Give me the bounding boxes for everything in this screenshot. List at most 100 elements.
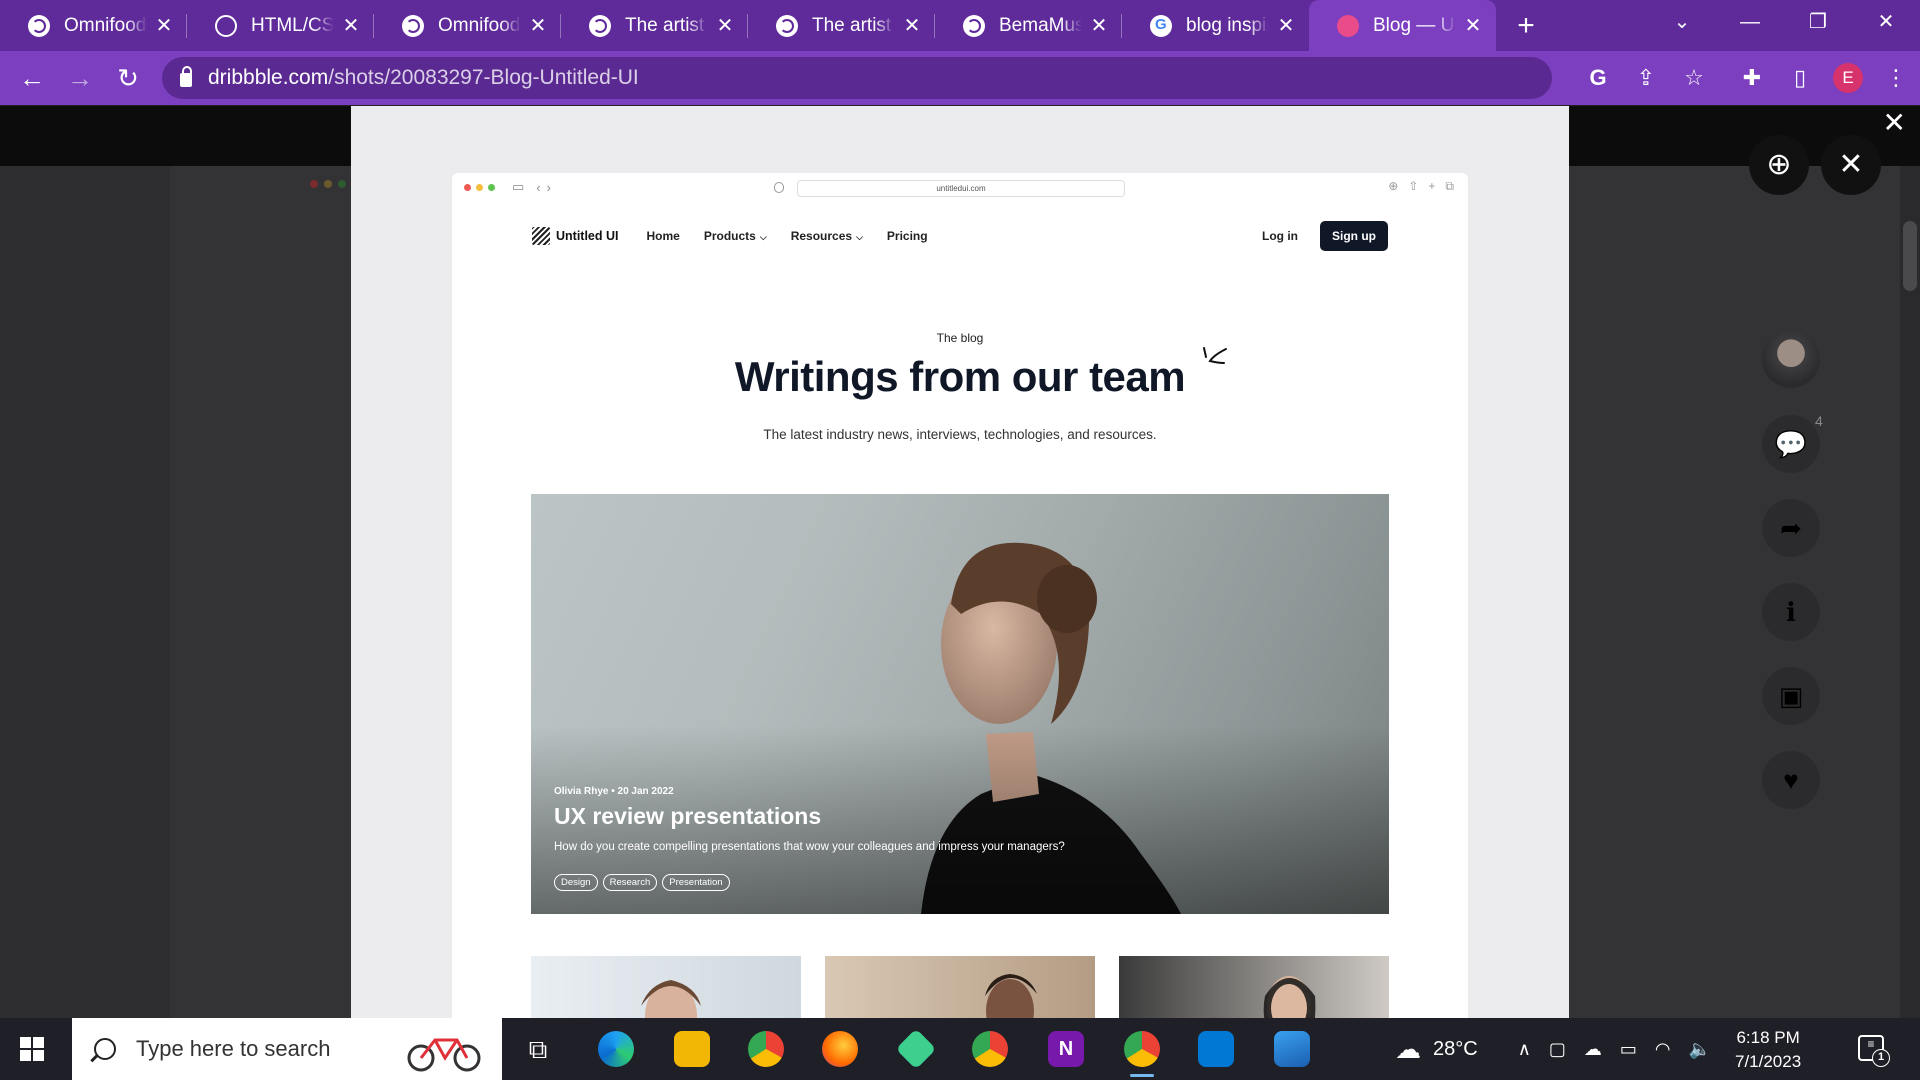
profile-avatar[interactable]: E xyxy=(1833,63,1863,93)
tab-bemamusic[interactable]: BemaMusic ✕ xyxy=(935,0,1122,51)
windows-start-icon[interactable] xyxy=(20,1037,44,1061)
dribbble-icon xyxy=(1337,14,1359,37)
close-tab-icon[interactable]: ✕ xyxy=(529,13,547,38)
zoom-in-button[interactable]: ⊕ xyxy=(1749,135,1809,195)
tab-title: The artist p xyxy=(625,14,708,36)
bicycle-doodle-icon[interactable] xyxy=(405,1030,485,1074)
address-bar[interactable]: dribbble.com/shots/20083297-Blog-Untitle… xyxy=(162,57,1552,99)
chevron-left-icon: ‹ xyxy=(536,179,541,195)
close-modal-button[interactable]: ✕ xyxy=(1821,135,1881,195)
volume-icon[interactable]: 🔈 xyxy=(1689,1039,1711,1060)
close-tab-icon[interactable]: ✕ xyxy=(342,13,360,38)
post-meta: Olivia Rhye • 20 Jan 2022 xyxy=(554,786,674,797)
share-icon[interactable]: ⇪ xyxy=(1622,65,1670,91)
globe-icon xyxy=(28,14,50,37)
vscode-icon[interactable] xyxy=(1198,1031,1234,1067)
share-button[interactable]: ➦ xyxy=(1762,499,1820,557)
reload-button[interactable]: ↻ xyxy=(104,63,152,94)
back-button[interactable]: ← xyxy=(8,63,56,94)
weather-temperature[interactable]: 28°C xyxy=(1433,1038,1478,1061)
shot-image: ▭ ‹ › untitledui.com ⊕ ⇧ + ⧉ Untitled UI Ho… xyxy=(351,106,1569,1018)
tab-title: Blog — Unt xyxy=(1373,14,1456,36)
chrome-icon-2[interactable] xyxy=(972,1031,1008,1067)
tab-strip: Omnifood ✕ HTML/CSS ✕ Omnifood ✕ The art… xyxy=(0,0,1920,51)
tab-omnifood-2[interactable]: Omnifood ✕ xyxy=(374,0,561,51)
restore-button[interactable]: ❐ xyxy=(1784,0,1852,44)
chevron-up-icon[interactable]: ∧ xyxy=(1518,1039,1531,1060)
blog-subtitle: The latest industry news, interviews, te… xyxy=(763,427,1157,442)
firefox-icon[interactable] xyxy=(822,1031,858,1067)
tab-title: Omnifood xyxy=(64,14,147,36)
forward-button[interactable]: → xyxy=(56,63,104,94)
onenote-icon[interactable]: N xyxy=(1048,1031,1084,1067)
post-thumbnail xyxy=(531,956,801,1018)
menu-icon[interactable]: ⋮ xyxy=(1872,65,1920,91)
close-tab-icon[interactable]: ✕ xyxy=(903,13,921,38)
close-tab-icon[interactable]: ✕ xyxy=(716,13,734,38)
side-panel-icon[interactable]: ▯ xyxy=(1776,65,1824,91)
nav-login: Log in xyxy=(1262,229,1298,243)
globe-icon xyxy=(589,14,611,37)
sidebar-toggle-icon: ▭ xyxy=(512,179,525,194)
page-scrollbar[interactable] xyxy=(1900,166,1920,1018)
nav-home: Home xyxy=(646,229,680,243)
chatgpt-icon xyxy=(215,14,237,37)
shield-icon xyxy=(774,182,784,193)
onedrive-icon[interactable]: ☁ xyxy=(1584,1039,1602,1060)
tab-artist-1[interactable]: The artist p ✕ xyxy=(561,0,748,51)
post-thumbnail xyxy=(825,956,1095,1018)
tab-title: Omnifood xyxy=(438,14,521,36)
app-diamond-icon[interactable] xyxy=(895,1028,937,1070)
mock-browser-actions: ⊕ ⇧ + ⧉ xyxy=(1388,179,1454,193)
chrome-icon[interactable] xyxy=(748,1031,784,1067)
close-tab-icon[interactable]: ✕ xyxy=(1090,13,1108,38)
weather-icon[interactable]: ☁ xyxy=(1395,1034,1421,1065)
minimize-button[interactable]: — xyxy=(1716,0,1784,44)
post-tags: Design Research Presentation xyxy=(554,874,730,891)
task-view-icon[interactable]: ⧉ xyxy=(520,1031,556,1067)
site-navbar: Untitled UI Home Products ⌵ Resources ⌵ Pr… xyxy=(532,221,1388,251)
bookmark-star-icon[interactable]: ☆ xyxy=(1670,65,1718,91)
battery-icon[interactable]: ▭ xyxy=(1620,1039,1637,1060)
designer-avatar[interactable] xyxy=(1762,330,1820,388)
url-text[interactable]: dribbble.com/shots/20083297-Blog-Untitle… xyxy=(208,66,639,90)
google-lens-icon[interactable]: G xyxy=(1574,65,1622,91)
lock-icon[interactable] xyxy=(180,66,192,87)
new-tab-button[interactable]: + xyxy=(1506,9,1546,43)
tab-title: The artist p xyxy=(812,14,895,36)
chrome-profile-icon[interactable] xyxy=(1124,1031,1160,1077)
wifi-icon[interactable]: ◠ xyxy=(1655,1039,1671,1060)
tab-omnifood-1[interactable]: Omnifood ✕ xyxy=(0,0,187,51)
close-tab-icon[interactable]: ✕ xyxy=(1277,13,1295,38)
tab-blog-untitled[interactable]: Blog — Unt ✕ xyxy=(1309,0,1496,51)
add-to-collection-button[interactable]: ▣ xyxy=(1762,667,1820,725)
close-tab-icon[interactable]: ✕ xyxy=(155,13,173,38)
close-tab-icon[interactable]: ✕ xyxy=(1464,13,1482,38)
tab-search-icon[interactable]: ⌄ xyxy=(1648,0,1716,44)
tab-blog-inspiration[interactable]: blog inspira ✕ xyxy=(1122,0,1309,51)
extensions-icon[interactable]: ✚ xyxy=(1728,65,1776,91)
chevron-right-icon: › xyxy=(546,179,551,195)
clock[interactable]: 6:18 PM 7/1/2023 xyxy=(1735,1026,1801,1074)
clock-date: 7/1/2023 xyxy=(1735,1052,1802,1071)
photos-icon[interactable] xyxy=(1274,1031,1310,1067)
dismiss-icon[interactable]: ✕ xyxy=(1883,106,1906,139)
nav-products: Products ⌵ xyxy=(703,229,767,243)
post-thumbnails xyxy=(531,956,1389,1018)
file-explorer-icon[interactable] xyxy=(674,1031,710,1067)
featured-post-card: Olivia Rhye • 20 Jan 2022 UX review pres… xyxy=(531,494,1389,914)
edge-icon[interactable] xyxy=(598,1031,634,1067)
comments-count: 4 xyxy=(1815,413,1823,429)
meet-now-icon[interactable]: ▢ xyxy=(1549,1039,1566,1060)
info-button[interactable]: ℹ xyxy=(1762,583,1820,641)
comments-button[interactable]: 💬 xyxy=(1762,415,1820,473)
notification-icon[interactable]: ≡ 1 xyxy=(1858,1035,1890,1067)
notification-count: 1 xyxy=(1872,1049,1890,1067)
close-window-button[interactable]: ✕ xyxy=(1852,0,1920,44)
nav-resources: Resources ⌵ xyxy=(790,229,863,243)
post-title: UX review presentations xyxy=(554,803,822,829)
tab-html-css[interactable]: HTML/CSS ✕ xyxy=(187,0,374,51)
tab-artist-2[interactable]: The artist p ✕ xyxy=(748,0,935,51)
tag-presentation: Presentation xyxy=(662,874,730,891)
like-button[interactable]: ♥ xyxy=(1762,751,1820,809)
